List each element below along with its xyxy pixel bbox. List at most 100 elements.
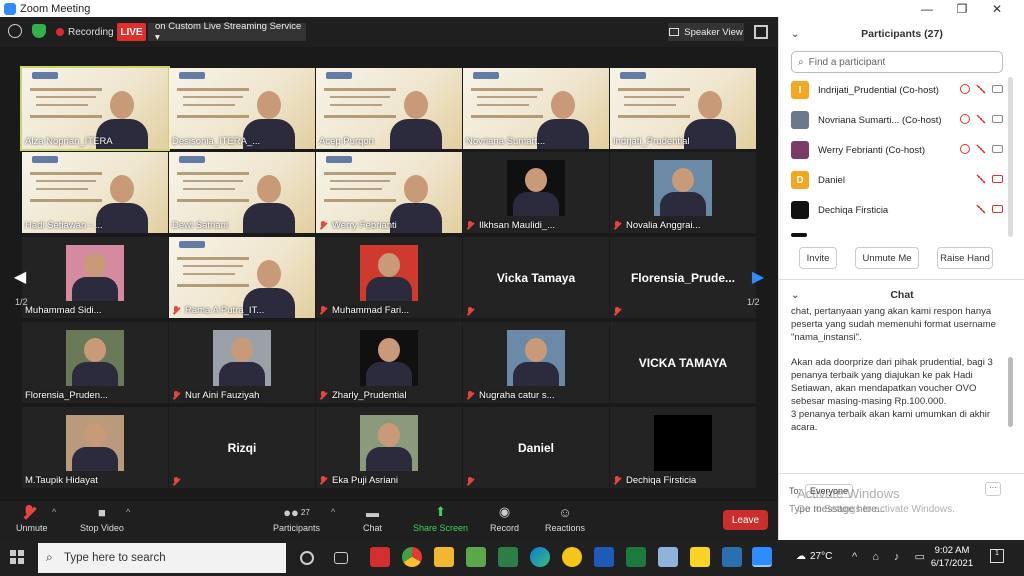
video-tile[interactable]: Novalia Anggrai... [610,152,756,233]
participants-scrollbar[interactable] [1008,77,1013,237]
video-tile[interactable]: Nugraha catur s... [463,322,609,403]
tile-name-label: Nugraha catur s... [466,390,555,401]
video-tile[interactable]: Dewi Satriani [169,152,315,233]
shield-icon[interactable] [32,24,46,38]
taskbar-search-input[interactable]: ⌕ Type here to search [38,543,286,573]
record-button[interactable]: ◉ Record [490,503,519,533]
video-tile[interactable]: Desisonia_ITERA_... [169,68,315,149]
reactions-label: Reactions [545,523,586,533]
live-stream-dropdown[interactable]: on Custom Live Streaming Service ▾ [148,21,306,43]
participant-name: Zharly_Prudential [332,390,407,401]
participant-name: Muhammad Sidi... [25,305,102,316]
minimize-button[interactable]: — [910,0,944,17]
mic-muted-icon [319,221,327,230]
leave-button[interactable]: Leave [723,510,768,530]
reactions-button[interactable]: ☺ Reactions [545,503,586,534]
video-tile[interactable]: Rizqi [169,407,315,488]
notifications-icon[interactable]: 1 [990,549,1004,563]
participants-chevron-icon[interactable]: ^ [331,507,335,517]
video-camera-icon: ■ [98,504,106,520]
live-badge[interactable]: LIVE [117,23,146,41]
taskbar-clock[interactable]: 9:02 AM 6/17/2021 [922,544,982,570]
edge-app-icon[interactable] [530,547,550,567]
raise-hand-button[interactable]: Raise Hand [937,247,993,269]
cortana-icon[interactable] [300,551,314,565]
video-tile[interactable]: Acep Purqon [316,68,462,149]
app-green-icon[interactable] [498,547,518,567]
video-tile[interactable]: Muhammad Fari... [316,237,462,318]
video-status-icon [992,145,1003,153]
participant-name: Alza Noprian_ITERA [25,136,113,147]
video-tile[interactable]: M.Taupik Hidayat [22,407,168,488]
participant-row[interactable]: I Indrijati_Prudential (Co-host) [779,75,1011,105]
search-icon: ⌕ [798,56,804,68]
acrobat-app-icon[interactable] [370,547,390,567]
participant-row[interactable]: Novriana Sumarti... (Co-host) [779,105,1011,135]
video-options-chevron-icon[interactable]: ^ [126,507,130,517]
avatar [791,201,809,219]
word-app-icon[interactable] [594,547,614,567]
video-tile[interactable]: VICKA TAMAYA [610,322,756,403]
chat-button[interactable]: ▬ Chat [363,503,382,534]
photos-app-icon[interactable] [722,547,742,567]
window-title: Zoom Meeting [20,2,91,15]
video-tile[interactable]: Nur Aini Fauziyah [169,322,315,403]
file-explorer-icon[interactable] [434,547,454,567]
tile-name-label: Zharly_Prudential [319,390,406,401]
panel-divider [779,279,1024,280]
video-tile[interactable]: Dechiqa Firsticia [610,407,756,488]
weather-widget[interactable]: ☁ 27°C [796,551,832,562]
audio-options-chevron-icon[interactable]: ^ [52,507,56,517]
unmute-me-button[interactable]: Unmute Me [855,247,919,269]
zoom-logo-icon [4,2,16,15]
chrome-app-icon[interactable] [402,547,422,567]
sticky-notes-icon[interactable] [690,547,710,567]
tile-name-label: Muhammad Sidi... [25,305,102,316]
close-button[interactable]: ✕ [980,0,1014,17]
stop-video-button[interactable]: ■ Stop Video [80,503,124,534]
info-icon[interactable] [8,24,22,38]
video-tile[interactable]: Indrjati_Prudential [610,68,756,149]
maximize-button[interactable]: ❐ [945,0,979,17]
clock-date: 6/17/2021 [930,558,974,569]
video-tile[interactable]: Zharly_Prudential [316,322,462,403]
more-options-icon[interactable]: ··· [985,482,1001,496]
participants-button[interactable]: ●● 27 Participants [273,503,320,534]
video-tile[interactable]: Eka Puji Asriani [316,407,462,488]
paint-app-icon[interactable] [658,547,678,567]
video-tile[interactable]: Vicka Tamaya [463,237,609,318]
invite-button[interactable]: Invite [799,247,837,269]
chat-collapse-chevron-icon[interactable]: ⌄ [791,290,799,301]
chat-scrollbar[interactable] [1008,357,1013,427]
tile-name-label: Desisonia_ITERA_... [172,136,260,147]
video-tile[interactable]: Florensia_Prude... [610,237,756,318]
video-tile[interactable]: Muhammad Sidi... [22,237,168,318]
speaker-view-button[interactable]: Speaker View [668,23,744,41]
participant-row[interactable]: D Daniel [779,165,1011,195]
participant-row[interactable]: Werry Febrianti (Co-host) [779,135,1011,165]
share-screen-button[interactable]: ⬆ Share Screen [413,503,468,533]
mic-muted-icon [319,391,327,400]
video-tile[interactable]: Rama A Putra_IT... [169,237,315,318]
participant-search-input[interactable]: ⌕ Find a participant [791,51,1003,73]
video-tile[interactable]: Hadi Setiawan - ... [22,152,168,233]
unmute-button[interactable]: Unmute [16,503,48,533]
start-windows-icon[interactable] [10,550,24,564]
video-tile[interactable]: Daniel [463,407,609,488]
recording-indicator[interactable]: Recording [56,23,114,41]
tray-icons[interactable]: ^ ⌂ ♪ ▭ [852,550,931,563]
sheets-app-icon[interactable] [466,547,486,567]
video-tile[interactable]: Novriana Sumart... [463,68,609,149]
video-tile[interactable]: Ilkhsan Maulidi_... [463,152,609,233]
media-app-icon[interactable] [562,547,582,567]
video-tile[interactable]: Alza Noprian_ITERA [20,66,170,151]
excel-app-icon[interactable] [626,547,646,567]
video-tile[interactable]: Werry Febrianti [316,152,462,233]
video-tile[interactable]: Florensia_Pruden... [22,322,168,403]
fullscreen-icon[interactable] [754,25,768,39]
recording-status-icon [960,84,970,94]
collapse-chevron-icon[interactable]: ⌄ [791,29,799,40]
zoom-taskbar-icon[interactable] [752,547,772,567]
participant-row[interactable]: Dechiqa Firsticia [779,195,1011,225]
task-view-icon[interactable] [334,552,348,564]
